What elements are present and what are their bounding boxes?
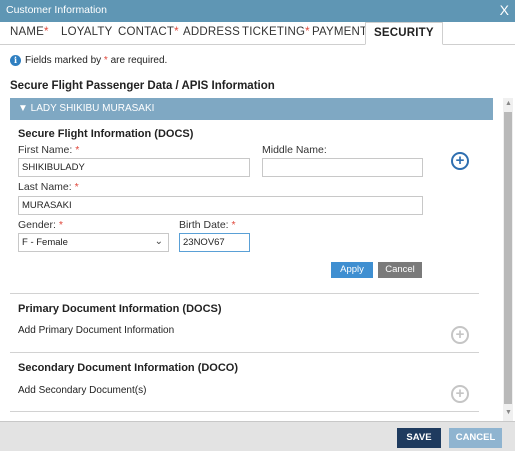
tab-ticketing[interactable]: TICKETING* xyxy=(242,26,310,38)
info-icon: i xyxy=(10,55,21,66)
title-bar: Customer Information X xyxy=(0,0,515,22)
middle-name-field[interactable] xyxy=(262,158,423,177)
first-name-label: First Name: * xyxy=(18,144,80,156)
divider xyxy=(10,411,479,412)
add-primary-doc-icon[interactable]: + xyxy=(451,326,469,344)
secondary-doc-title: Secondary Document Information (DOCO) xyxy=(18,362,239,374)
cancel-button[interactable]: Cancel xyxy=(378,262,422,278)
birth-date-label: Birth Date: * xyxy=(179,219,236,231)
tab-loyalty[interactable]: LOYALTY xyxy=(61,26,112,38)
divider xyxy=(10,352,479,353)
section-title: Secure Flight Passenger Data / APIS Info… xyxy=(10,80,275,92)
dialog-footer: SAVE CANCEL xyxy=(0,421,515,451)
divider xyxy=(10,293,479,294)
scroll-down-icon[interactable]: ▼ xyxy=(505,409,512,416)
first-name-field[interactable] xyxy=(18,158,250,177)
gender-label: Gender: * xyxy=(18,219,63,231)
apply-button[interactable]: Apply xyxy=(331,262,373,278)
tab-security[interactable]: SECURITY xyxy=(365,22,443,45)
chevron-down-icon: ⌄ xyxy=(154,236,163,247)
add-secondary-doc-icon[interactable]: + xyxy=(451,385,469,403)
add-primary-doc-link[interactable]: Add Primary Document Information xyxy=(18,325,174,336)
scroll-up-icon[interactable]: ▲ xyxy=(505,100,512,107)
tab-bar: NAME* LOYALTY CONTACT* ADDRESS TICKETING… xyxy=(0,22,515,45)
docs-section-title: Secure Flight Information (DOCS) xyxy=(18,128,194,140)
required-notice: i Fields marked by * are required. xyxy=(10,55,167,66)
close-icon[interactable]: X xyxy=(500,2,509,18)
tab-contact[interactable]: CONTACT* xyxy=(118,26,179,38)
scrollbar-thumb[interactable] xyxy=(504,112,512,404)
footer-cancel-button[interactable]: CANCEL xyxy=(449,428,502,448)
tab-address[interactable]: ADDRESS xyxy=(183,26,240,38)
tab-name[interactable]: NAME* xyxy=(10,26,49,38)
primary-doc-title: Primary Document Information (DOCS) xyxy=(18,303,222,315)
passenger-header[interactable]: ▼ LADY SHIKIBU MURASAKI xyxy=(10,98,493,120)
last-name-field[interactable] xyxy=(18,196,423,215)
tab-payment[interactable]: PAYMENT xyxy=(312,26,367,38)
gender-value: F - Female xyxy=(22,237,68,248)
save-button[interactable]: SAVE xyxy=(397,428,441,448)
add-secondary-doc-link[interactable]: Add Secondary Document(s) xyxy=(18,385,146,396)
middle-name-label: Middle Name: xyxy=(262,144,327,156)
birth-date-field[interactable] xyxy=(179,233,250,252)
window-title: Customer Information xyxy=(6,4,107,16)
last-name-label: Last Name: * xyxy=(18,181,79,193)
scrollbar[interactable]: ▲ ▼ xyxy=(503,98,513,421)
add-name-icon[interactable]: + xyxy=(451,152,469,170)
gender-select[interactable]: F - Female ⌄ xyxy=(18,233,169,252)
